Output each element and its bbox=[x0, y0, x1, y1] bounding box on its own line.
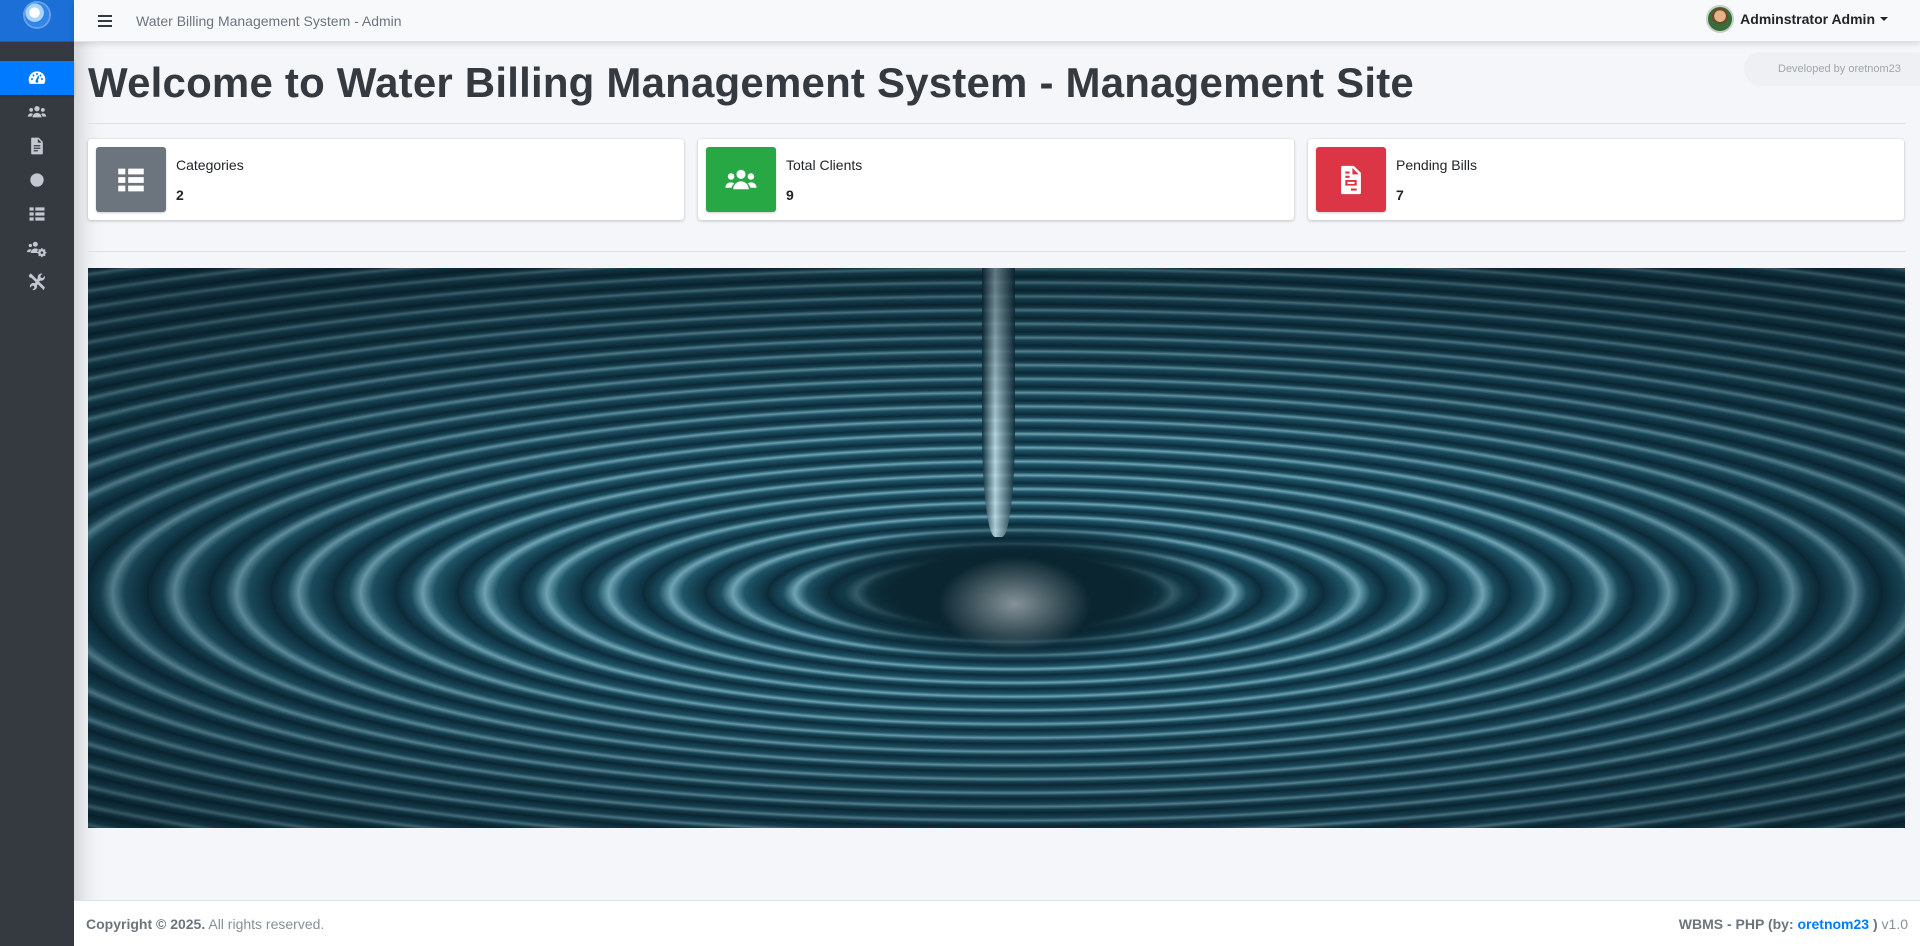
app-name-suffix: ) bbox=[1869, 915, 1878, 932]
rights-text: All rights reserved. bbox=[208, 915, 325, 932]
avatar bbox=[1706, 5, 1735, 33]
sidebar-item-dashboard[interactable] bbox=[0, 61, 74, 95]
app-name-prefix: WBMS - PHP (by: bbox=[1678, 915, 1798, 932]
file-invoice-icon bbox=[1341, 165, 1361, 194]
water-drop-logo bbox=[25, 3, 49, 27]
circle-icon bbox=[30, 173, 44, 187]
top-navbar-title: Water Billing Management System - Admin bbox=[136, 12, 402, 29]
sidebar-item-circle[interactable] bbox=[0, 163, 74, 197]
sidebar-item-categories[interactable] bbox=[0, 197, 74, 231]
info-card-categories: Categories 2 bbox=[88, 139, 684, 220]
card-icon-box bbox=[96, 147, 166, 212]
card-value: 2 bbox=[176, 186, 184, 203]
info-cards: Categories 2 Total Clients 9 Pending Bil… bbox=[88, 139, 1906, 220]
author-link[interactable]: oretnom23 bbox=[1798, 916, 1870, 932]
file-icon bbox=[31, 137, 43, 155]
footer-copyright: Copyright © 2025. All rights reserved. bbox=[86, 916, 324, 932]
sidebar-item-settings[interactable] bbox=[0, 265, 74, 299]
th-list-icon bbox=[118, 168, 144, 191]
users-icon bbox=[725, 169, 757, 189]
caret-down-icon bbox=[1880, 17, 1888, 21]
card-icon-box bbox=[706, 147, 776, 212]
card-label: Total Clients bbox=[786, 156, 863, 173]
users-icon bbox=[27, 106, 47, 118]
copyright-text: Copyright © 2025. bbox=[86, 915, 206, 932]
sidebar-item-user-management[interactable] bbox=[0, 231, 74, 265]
card-label: Categories bbox=[176, 156, 244, 173]
card-icon-box bbox=[1316, 147, 1386, 212]
sidebar-item-billing[interactable] bbox=[0, 129, 74, 163]
sidebar-nav bbox=[0, 61, 74, 299]
footer: Copyright © 2025. All rights reserved. W… bbox=[74, 900, 1920, 946]
card-value: 9 bbox=[786, 186, 794, 203]
version-text: v1.0 bbox=[1881, 915, 1908, 932]
sidebar bbox=[0, 0, 74, 946]
info-card-total-clients: Total Clients 9 bbox=[698, 139, 1294, 220]
water-splash-banner-image bbox=[88, 268, 1905, 828]
developer-badge: Developed by oretnom23 bbox=[1744, 52, 1920, 86]
th-list-icon bbox=[29, 207, 45, 221]
card-label: Pending Bills bbox=[1396, 156, 1477, 173]
card-value: 7 bbox=[1396, 186, 1404, 203]
tools-icon bbox=[28, 273, 45, 291]
top-navbar: Water Billing Management System - Admin … bbox=[74, 0, 1920, 42]
divider bbox=[88, 123, 1906, 124]
page-title: Welcome to Water Billing Management Syst… bbox=[88, 59, 1414, 106]
info-card-pending-bills: Pending Bills 7 bbox=[1308, 139, 1904, 220]
users-cog-icon bbox=[27, 241, 47, 258]
brand-logo-link[interactable] bbox=[0, 0, 74, 42]
sidebar-item-clients[interactable] bbox=[0, 95, 74, 129]
user-name: Adminstrator Admin bbox=[1740, 11, 1875, 27]
tachometer-icon bbox=[28, 71, 46, 84]
user-dropdown[interactable]: Adminstrator Admin bbox=[1706, 5, 1888, 33]
main-content: Developed by oretnom23 Welcome to Water … bbox=[88, 42, 1920, 828]
menu-toggle-button[interactable] bbox=[98, 14, 118, 27]
divider bbox=[88, 251, 1906, 252]
hamburger-icon bbox=[98, 14, 112, 27]
footer-credits: WBMS - PHP (by: oretnom23 ) v1.0 bbox=[1679, 916, 1908, 932]
